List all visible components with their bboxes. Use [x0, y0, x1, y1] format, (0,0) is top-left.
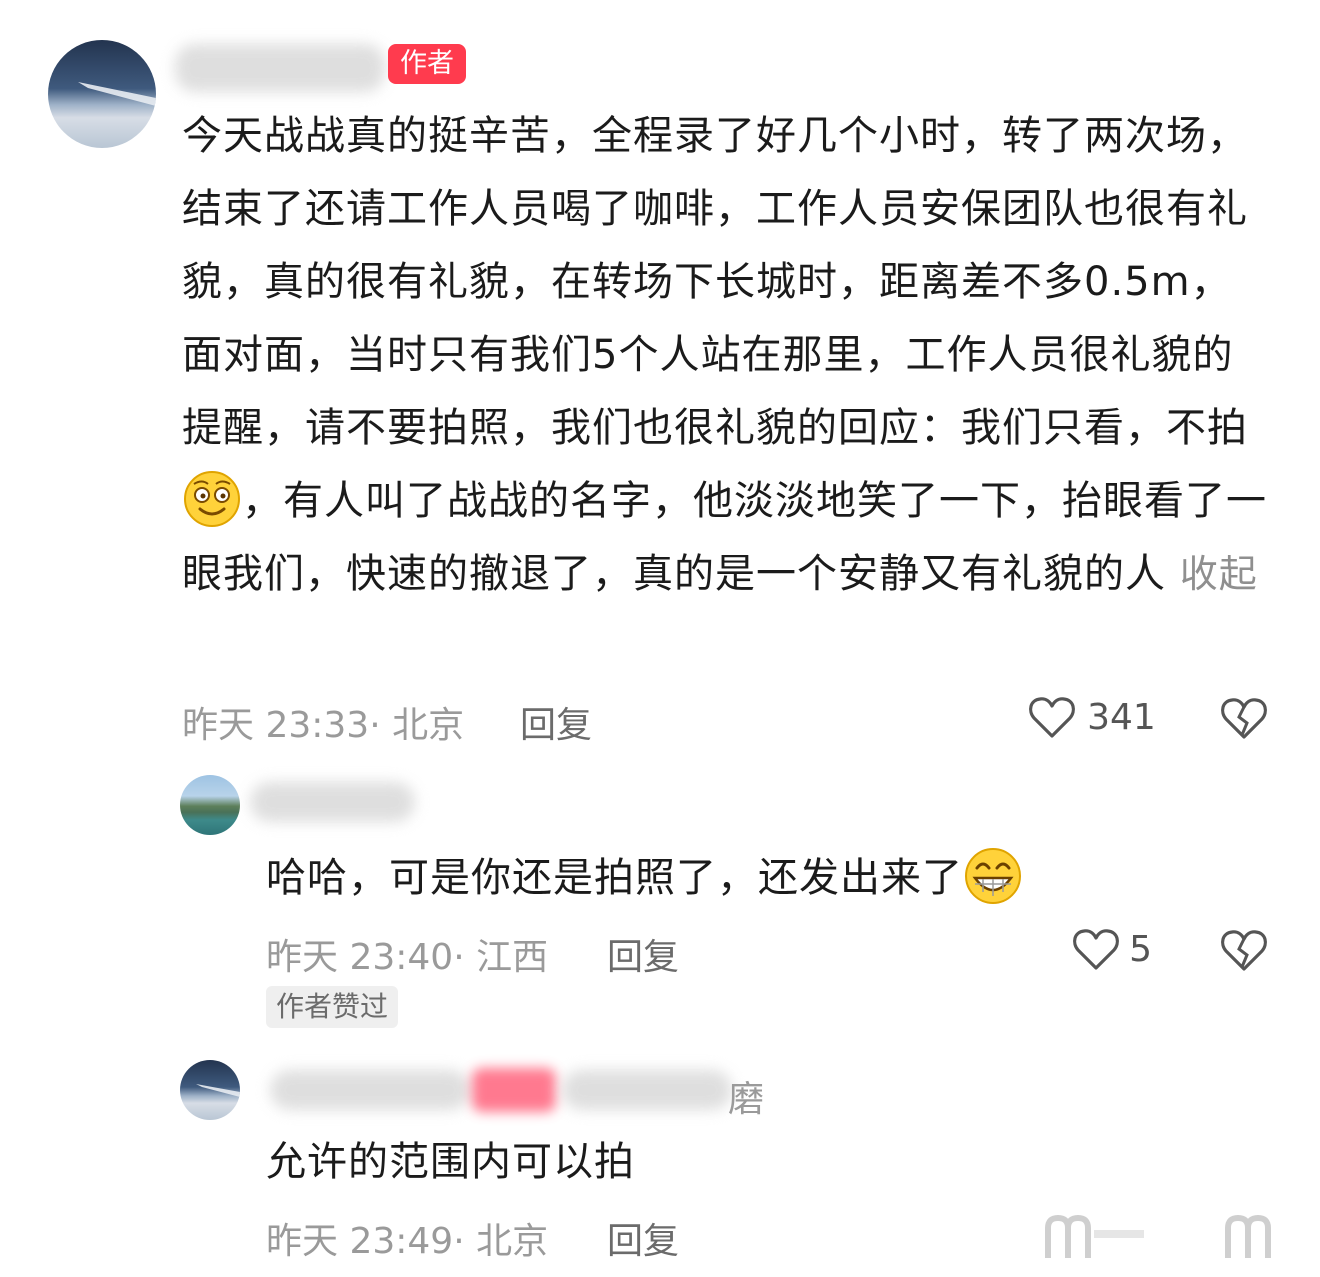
grinning-face-emoji-icon — [963, 846, 1023, 906]
reply-button[interactable]: 回复 — [520, 696, 592, 748]
collapse-link[interactable]: 收起 — [1180, 552, 1258, 596]
author-tag-blurred — [472, 1068, 556, 1112]
commenter-name-blurred — [175, 44, 385, 92]
reply-meta: 昨天 23:49· 北京 — [266, 1221, 549, 1262]
heart-outline-icon — [1072, 926, 1120, 972]
reply-target-blurred — [562, 1070, 732, 1110]
reply-name-blurred — [250, 782, 415, 822]
reply-name-tail: 磨 — [728, 1079, 765, 1120]
broken-heart-icon — [1220, 927, 1268, 973]
reply-button[interactable]: 回复 — [607, 928, 679, 980]
comment-text: 今天战战真的挺辛苦，全程录了好几个小时，转了两次场，结束了还请工作人员喝了咖啡，… — [182, 113, 1267, 597]
airplane-wing-graphic — [78, 82, 156, 106]
dislike-button[interactable] — [1220, 927, 1268, 973]
smiling-face-emoji-icon — [182, 469, 242, 529]
reply-meta: 昨天 23:40· 江西 — [266, 937, 549, 978]
reply-avatar[interactable] — [180, 775, 240, 835]
heart-outline-icon — [1028, 694, 1076, 740]
author-tag: 作者 — [388, 44, 466, 84]
like-count: 341 — [1087, 696, 1156, 738]
reply-avatar[interactable] — [180, 1060, 240, 1120]
author-liked-badge: 作者赞过 — [266, 986, 399, 1028]
like-button[interactable]: 5 — [1072, 926, 1152, 972]
reply-text: 哈哈，可是你还是拍照了，还发出来了 — [266, 848, 1023, 910]
like-count: 5 — [1129, 928, 1152, 970]
comment-meta: 昨天 23:33· 北京 — [182, 705, 465, 746]
reply-button[interactable]: 回复 — [607, 1212, 679, 1264]
like-button[interactable]: 341 — [1028, 694, 1156, 740]
watermark-icon — [1040, 1210, 1150, 1260]
reply-text: 允许的范围内可以拍 — [266, 1139, 635, 1185]
broken-heart-icon — [1220, 695, 1268, 741]
commenter-avatar[interactable] — [48, 40, 156, 148]
airplane-wing-graphic — [196, 1084, 240, 1097]
dislike-button[interactable] — [1220, 695, 1268, 741]
reply-name-blurred — [270, 1070, 470, 1110]
watermark-icon — [1222, 1210, 1282, 1260]
